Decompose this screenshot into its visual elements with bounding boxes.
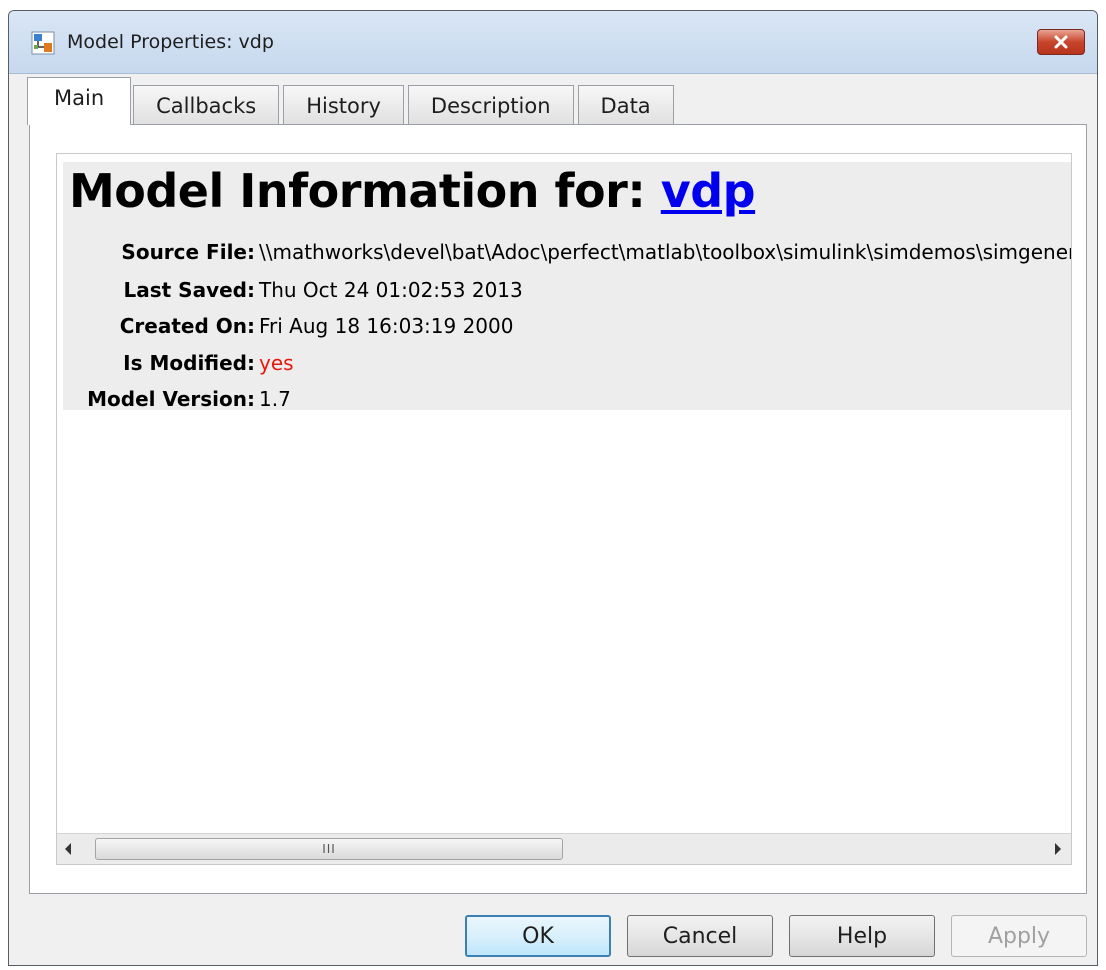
last-saved-value: Thu Oct 24 01:02:53 2013 <box>259 278 523 302</box>
close-button[interactable] <box>1037 29 1085 55</box>
created-on-label: Created On: <box>119 314 255 338</box>
model-info-heading: Model Information for: vdp <box>69 164 756 218</box>
ok-button-label: OK <box>522 923 554 949</box>
scrollbar-thumb[interactable]: III <box>95 838 563 860</box>
dialog-button-bar: OK Cancel Help Apply <box>9 901 1097 965</box>
horizontal-scrollbar[interactable]: III <box>57 833 1071 864</box>
tab-callbacks-label: Callbacks <box>156 93 257 118</box>
tab-history-label: History <box>306 93 381 118</box>
is-modified-value: yes <box>259 351 294 375</box>
model-properties-dialog: Model Properties: vdp Main Callbacks His… <box>8 10 1098 966</box>
main-tab-panel: Model Information for: vdp Source File: … <box>29 124 1087 894</box>
model-info-browser[interactable]: Model Information for: vdp Source File: … <box>56 153 1072 865</box>
help-button[interactable]: Help <box>789 915 935 957</box>
cancel-button[interactable]: Cancel <box>627 915 773 957</box>
source-file-value: \\mathworks\devel\bat\Adoc\perfect\matla… <box>259 240 1071 264</box>
is-modified-row: Is Modified: yes <box>63 345 294 381</box>
simulink-model-icon <box>31 31 55 55</box>
tab-description-label: Description <box>430 93 551 118</box>
help-button-label: Help <box>836 923 888 949</box>
title-bar[interactable]: Model Properties: vdp <box>9 11 1097 74</box>
model-version-value: 1.7 <box>259 387 291 410</box>
cancel-button-label: Cancel <box>662 923 738 949</box>
tab-main[interactable]: Main <box>27 77 132 125</box>
tab-data[interactable]: Data <box>577 85 674 125</box>
tab-callbacks[interactable]: Callbacks <box>133 85 280 125</box>
window-title: Model Properties: vdp <box>67 31 274 53</box>
last-saved-label: Last Saved: <box>123 278 255 302</box>
apply-button-label: Apply <box>987 923 1051 949</box>
created-on-value: Fri Aug 18 16:03:19 2000 <box>259 314 514 338</box>
tab-description[interactable]: Description <box>407 85 574 125</box>
scrollbar-grip-icon: III <box>322 842 336 856</box>
last-saved-row: Last Saved: Thu Oct 24 01:02:53 2013 <box>63 272 523 308</box>
model-info-box: Model Information for: vdp Source File: … <box>63 162 1071 410</box>
model-link[interactable]: vdp <box>661 164 756 218</box>
scroll-right-arrow-icon[interactable] <box>1055 843 1061 855</box>
tab-history[interactable]: History <box>283 85 404 125</box>
created-on-row: Created On: Fri Aug 18 16:03:19 2000 <box>63 308 514 344</box>
is-modified-label: Is Modified: <box>123 351 255 375</box>
tab-strip: Main Callbacks History Description Data <box>27 77 678 125</box>
scroll-left-arrow-icon[interactable] <box>65 843 71 855</box>
model-info-heading-text: Model Information for: <box>69 164 661 218</box>
source-file-row: Source File: \\mathworks\devel\bat\Adoc\… <box>63 234 1071 270</box>
tab-data-label: Data <box>600 93 651 118</box>
model-version-row: Model Version: 1.7 <box>63 381 291 410</box>
close-icon <box>1054 35 1068 49</box>
model-version-label: Model Version: <box>87 387 255 410</box>
ok-button[interactable]: OK <box>465 915 611 957</box>
apply-button[interactable]: Apply <box>951 915 1087 957</box>
tab-main-label: Main <box>54 86 105 110</box>
source-file-label: Source File: <box>121 240 255 264</box>
